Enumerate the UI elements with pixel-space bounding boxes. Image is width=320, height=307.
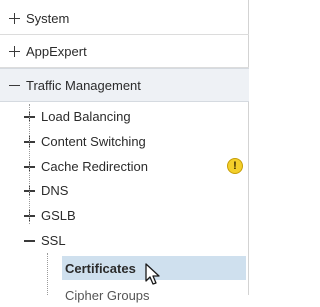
- tree-node-label: Traffic Management: [26, 77, 141, 93]
- tree-node-dns[interactable]: DNS: [0, 178, 249, 203]
- tree-leaf-label: Certificates: [65, 260, 136, 276]
- expand-plus-icon[interactable]: [9, 45, 20, 57]
- tree-connector-line: [29, 104, 30, 224]
- tree-node-label: DNS: [41, 183, 69, 198]
- tree-node-label: AppExpert: [26, 43, 87, 59]
- tree-node-system[interactable]: System: [0, 2, 249, 35]
- navigation-tree: System AppExpert Traffic Management Load…: [0, 0, 249, 303]
- tree-node-load-balancing[interactable]: Load Balancing: [0, 104, 249, 129]
- tree-node-content-switching[interactable]: Content Switching: [0, 129, 249, 154]
- collapse-minus-icon[interactable]: [9, 80, 20, 91]
- tree-node-gslb[interactable]: GSLB: [0, 203, 249, 228]
- expand-plus-icon[interactable]: [9, 12, 20, 24]
- tree-leaf-label: Cipher Groups: [65, 287, 150, 303]
- tree-node-label: Cache Redirection: [41, 159, 148, 174]
- tree-node-label: SSL: [41, 233, 66, 248]
- tree-node-cache-redirection[interactable]: Cache Redirection: [0, 154, 249, 179]
- collapse-minus-icon[interactable]: [24, 235, 35, 246]
- tree-node-ssl[interactable]: SSL: [0, 228, 249, 253]
- tree-node-label: Content Switching: [41, 134, 146, 149]
- tree-node-label: System: [26, 10, 70, 26]
- warning-icon[interactable]: !: [227, 158, 243, 174]
- tree-node-traffic-management[interactable]: Traffic Management: [0, 68, 249, 102]
- tree-connector-line: [47, 253, 48, 295]
- tree-node-label: Load Balancing: [41, 109, 131, 124]
- tree-node-appexpert[interactable]: AppExpert: [0, 35, 249, 68]
- tree-node-label: GSLB: [41, 208, 76, 223]
- mouse-pointer-icon: [145, 263, 160, 285]
